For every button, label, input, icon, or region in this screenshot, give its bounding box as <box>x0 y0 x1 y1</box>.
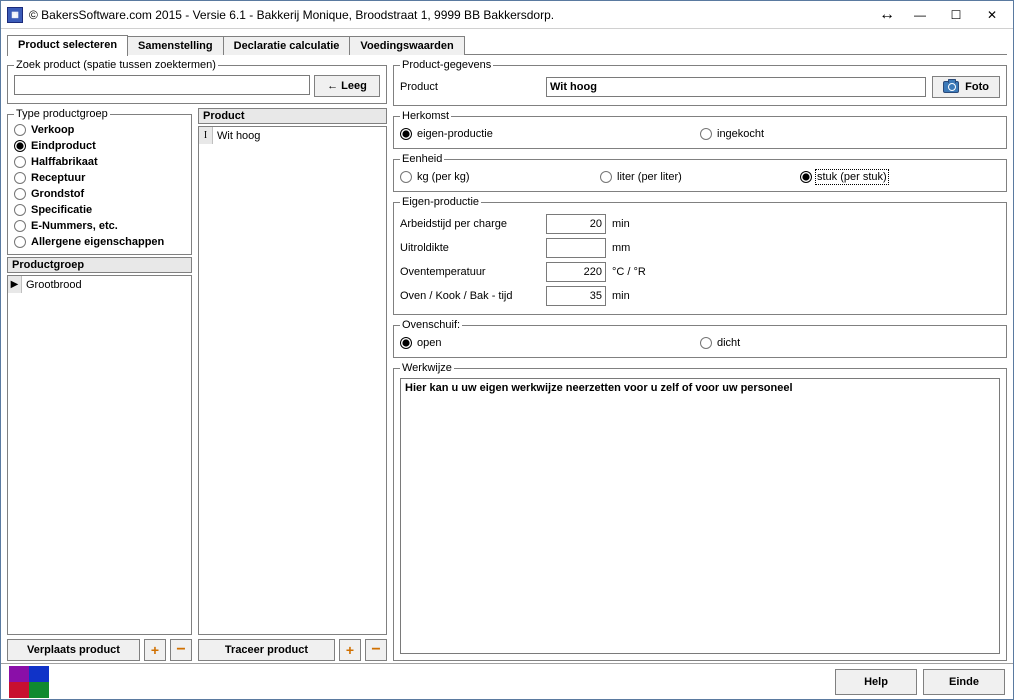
swatch-red[interactable] <box>9 682 29 698</box>
search-input[interactable] <box>14 75 310 95</box>
uitrol-input[interactable] <box>546 238 606 258</box>
productgroup-column: Type productgroep Verkoop Eindproduct Ha… <box>7 108 192 661</box>
eigen-productie-legend: Eigen-productie <box>400 196 481 208</box>
eenheid-group: Eenheid kg (per kg) liter (per liter) st… <box>393 153 1007 192</box>
search-legend: Zoek product (spatie tussen zoektermen) <box>14 59 218 71</box>
minimize-button[interactable]: — <box>903 4 937 26</box>
werkwijze-textarea[interactable] <box>400 378 1000 654</box>
help-button[interactable]: Help <box>835 669 917 695</box>
swatch-purple[interactable] <box>9 666 29 682</box>
product-list[interactable]: I Wit hoog <box>198 126 387 635</box>
werkwijze-legend: Werkwijze <box>400 362 454 374</box>
add-product-button[interactable]: + <box>339 639 361 661</box>
app-icon: ▦ <box>7 7 23 23</box>
radio-enummers[interactable]: E-Nummers, etc. <box>14 218 185 234</box>
radio-dicht[interactable]: dicht <box>700 335 1000 351</box>
maximize-button[interactable]: ☐ <box>939 4 973 26</box>
type-productgroup-group: Type productgroep Verkoop Eindproduct Ha… <box>7 108 192 255</box>
radio-liter[interactable]: liter (per liter) <box>600 169 800 185</box>
left-column: Zoek product (spatie tussen zoektermen) … <box>7 59 387 661</box>
product-details-legend: Product-gegevens <box>400 59 493 71</box>
oventime-input[interactable] <box>546 286 606 306</box>
product-details-group: Product-gegevens Product Foto <box>393 59 1007 106</box>
row-cursor-icon: I <box>199 127 213 144</box>
ovenschuif-group: Ovenschuif: open dicht <box>393 319 1007 358</box>
product-column: Product I Wit hoog Traceer product + − <box>198 108 387 661</box>
product-label: Product <box>400 81 540 93</box>
herkomst-group: Herkomst eigen-productie ingekocht <box>393 110 1007 149</box>
productgroup-buttons: Verplaats product + − <box>7 637 192 661</box>
tab-samenstelling[interactable]: Samenstelling <box>127 36 224 55</box>
close-button[interactable]: ✕ <box>975 4 1009 26</box>
titlebar: ▦ © BakersSoftware.com 2015 - Versie 6.1… <box>1 1 1013 29</box>
oventemp-input[interactable] <box>546 262 606 282</box>
herkomst-legend: Herkomst <box>400 110 451 122</box>
oventemp-unit: °C / °R <box>612 266 646 278</box>
product-buttons: Traceer product + − <box>198 637 387 661</box>
tab-declaratie-calculatie[interactable]: Declaratie calculatie <box>223 36 351 55</box>
radio-receptuur[interactable]: Receptuur <box>14 170 185 186</box>
product-header: Product <box>198 108 387 124</box>
tab-product-selecteren[interactable]: Product selecteren <box>7 35 128 56</box>
radio-specificatie[interactable]: Specificatie <box>14 202 185 218</box>
swatch-blue[interactable] <box>29 666 49 682</box>
search-group: Zoek product (spatie tussen zoektermen) … <box>7 59 387 104</box>
radio-eigen-productie[interactable]: eigen-productie <box>400 126 700 142</box>
charge-unit: min <box>612 218 630 230</box>
body: Zoek product (spatie tussen zoektermen) … <box>1 55 1013 663</box>
eenheid-legend: Eenheid <box>400 153 444 165</box>
window-title: © BakersSoftware.com 2015 - Versie 6.1 -… <box>29 8 879 22</box>
productgroup-list[interactable]: ▶ Grootbrood <box>7 275 192 635</box>
foto-button[interactable]: Foto <box>932 76 1000 98</box>
oventime-label: Oven / Kook / Bak - tijd <box>400 290 540 302</box>
radio-open[interactable]: open <box>400 335 700 351</box>
tab-voedingswaarden[interactable]: Voedingswaarden <box>349 36 464 55</box>
product-name-input[interactable] <box>546 77 926 97</box>
camera-icon <box>943 81 959 93</box>
eigen-productie-group: Eigen-productie Arbeidstijd per charge m… <box>393 196 1007 315</box>
radio-stuk[interactable]: stuk (per stuk) <box>800 169 1000 185</box>
radio-allergene[interactable]: Allergene eigenschappen <box>14 234 185 250</box>
tab-bar: Product selecteren Samenstelling Declara… <box>1 29 1013 54</box>
ovenschuif-legend: Ovenschuif: <box>400 319 462 331</box>
type-productgroup-legend: Type productgroep <box>14 108 110 120</box>
charge-label: Arbeidstijd per charge <box>400 218 540 230</box>
werkwijze-group: Werkwijze <box>393 362 1007 661</box>
right-column: Product-gegevens Product Foto Herkomst e… <box>393 59 1007 661</box>
remove-productgroup-button[interactable]: − <box>170 639 192 661</box>
list-item[interactable]: I Wit hoog <box>199 127 386 144</box>
main-window: ▦ © BakersSoftware.com 2015 - Versie 6.1… <box>0 0 1014 700</box>
productgroup-header: Productgroep <box>7 257 192 273</box>
radio-grondstof[interactable]: Grondstof <box>14 186 185 202</box>
window-buttons: ↔ — ☐ ✕ <box>879 4 1013 26</box>
radio-verkoop[interactable]: Verkoop <box>14 122 185 138</box>
uitrol-label: Uitroldikte <box>400 242 540 254</box>
remove-product-button[interactable]: − <box>365 639 387 661</box>
radio-halffabrikaat[interactable]: Halffabrikaat <box>14 154 185 170</box>
charge-input[interactable] <box>546 214 606 234</box>
footer: Help Einde <box>1 663 1013 699</box>
color-swatch[interactable] <box>9 666 49 698</box>
trace-product-button[interactable]: Traceer product <box>198 639 335 661</box>
left-lists: Type productgroep Verkoop Eindproduct Ha… <box>7 108 387 661</box>
uitrol-unit: mm <box>612 242 630 254</box>
row-indicator-icon: ▶ <box>8 276 22 293</box>
oventime-unit: min <box>612 290 630 302</box>
empty-search-button[interactable]: ← Leeg <box>314 75 380 97</box>
radio-ingekocht[interactable]: ingekocht <box>700 126 1000 142</box>
swatch-green[interactable] <box>29 682 49 698</box>
add-productgroup-button[interactable]: + <box>144 639 166 661</box>
oventemp-label: Oventemperatuur <box>400 266 540 278</box>
list-item[interactable]: ▶ Grootbrood <box>8 276 191 293</box>
einde-button[interactable]: Einde <box>923 669 1005 695</box>
radio-eindproduct[interactable]: Eindproduct <box>14 138 185 154</box>
move-product-button[interactable]: Verplaats product <box>7 639 140 661</box>
resize-arrows-icon[interactable]: ↔ <box>879 7 895 23</box>
radio-kg[interactable]: kg (per kg) <box>400 169 600 185</box>
